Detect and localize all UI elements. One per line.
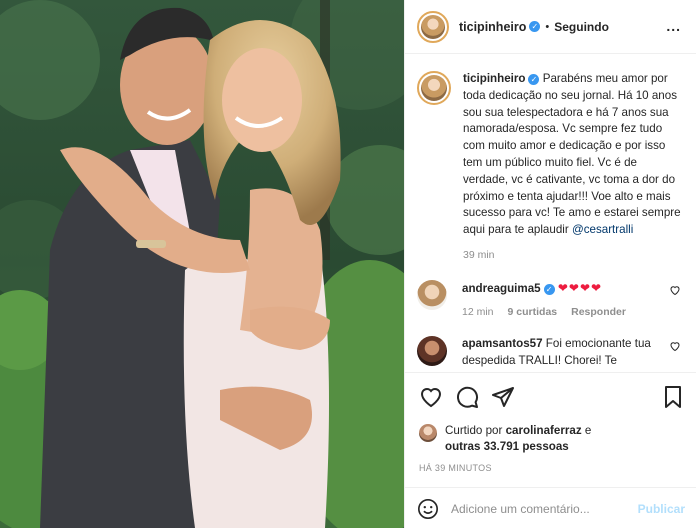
following-button[interactable]: Seguindo bbox=[554, 20, 609, 34]
caption-body: ticipinheiro ✓ Parabéns meu amor por toda… bbox=[463, 71, 685, 264]
verified-icon: ✓ bbox=[528, 74, 540, 85]
comment-avatar[interactable] bbox=[417, 279, 447, 310]
caption-avatar[interactable] bbox=[417, 71, 451, 105]
comment-username[interactable]: apamsantos57 bbox=[462, 337, 543, 350]
mention-link[interactable]: @cesartralli bbox=[572, 223, 633, 236]
more-icon[interactable]: ... bbox=[666, 18, 681, 34]
comment-input[interactable] bbox=[451, 501, 631, 516]
reply-button[interactable]: Responder bbox=[571, 304, 626, 321]
instagram-post: ticipinheiro ✓ • Seguindo ... ticipinhei… bbox=[0, 0, 696, 528]
comment-body: andreaguima5 ✓ ❤❤❤❤ 12 min 9 curtidas Res… bbox=[462, 280, 677, 321]
likes-conjunction: e bbox=[584, 424, 592, 437]
separator-dot: • bbox=[545, 20, 550, 33]
add-comment-bar: Publicar bbox=[405, 487, 696, 528]
heart-icon[interactable] bbox=[419, 385, 443, 409]
author-avatar[interactable] bbox=[417, 10, 449, 43]
heart-icon[interactable] bbox=[669, 284, 681, 296]
emoji-icon[interactable] bbox=[417, 498, 439, 520]
likes-prefix: Curtido por bbox=[445, 424, 503, 437]
comment-meta: 12 min 9 curtidas Responder bbox=[462, 304, 677, 321]
publish-button[interactable]: Publicar bbox=[638, 502, 685, 516]
post-header: ticipinheiro ✓ • Seguindo ... bbox=[405, 0, 696, 54]
heart-icon[interactable] bbox=[669, 340, 681, 352]
caption-username[interactable]: ticipinheiro bbox=[463, 72, 525, 85]
liker-avatar[interactable] bbox=[419, 424, 437, 442]
author-username[interactable]: ticipinheiro bbox=[459, 20, 526, 34]
share-icon[interactable] bbox=[491, 385, 515, 409]
action-icons bbox=[419, 385, 515, 409]
post-details-panel: ticipinheiro ✓ • Seguindo ... ticipinhei… bbox=[404, 0, 696, 528]
verified-icon: ✓ bbox=[543, 283, 555, 295]
likes-others[interactable]: outras 33.791 pessoas bbox=[445, 440, 569, 453]
comment-item: andreaguima5 ✓ ❤❤❤❤ 12 min 9 curtidas Res… bbox=[417, 279, 685, 321]
comment-avatar[interactable] bbox=[417, 336, 447, 367]
comments-scroll-area[interactable]: ticipinheiro ✓ Parabéns meu amor por toda… bbox=[405, 55, 696, 372]
post-photo[interactable] bbox=[0, 0, 404, 528]
comment-text: ❤❤❤❤ bbox=[557, 280, 603, 295]
comment-likes[interactable]: 9 curtidas bbox=[508, 304, 558, 321]
bookmark-button[interactable] bbox=[661, 385, 685, 412]
comment-time[interactable]: 12 min bbox=[462, 304, 494, 321]
caption: ticipinheiro ✓ Parabéns meu amor por toda… bbox=[417, 71, 685, 264]
comment-icon[interactable] bbox=[455, 385, 479, 409]
caption-text: Parabéns meu amor por toda dedicação no … bbox=[463, 72, 681, 237]
caption-time[interactable]: 39 min bbox=[463, 247, 685, 264]
couple-photo-image bbox=[0, 0, 404, 528]
bookmark-icon bbox=[665, 386, 681, 408]
likes-summary: Curtido por carolinaferraz e outras 33.7… bbox=[419, 423, 591, 455]
post-actions: Curtido por carolinaferraz e outras 33.7… bbox=[405, 372, 696, 522]
verified-icon: ✓ bbox=[529, 21, 541, 32]
post-timestamp[interactable]: HÁ 39 MINUTOS bbox=[419, 463, 492, 473]
liker-username[interactable]: carolinaferraz bbox=[506, 424, 582, 437]
comment-item: apamsantos57 Foi emocionante tua despedi… bbox=[417, 336, 685, 370]
comment-username[interactable]: andreaguima5 bbox=[462, 282, 541, 295]
comment-body: apamsantos57 Foi emocionante tua despedi… bbox=[462, 336, 677, 370]
